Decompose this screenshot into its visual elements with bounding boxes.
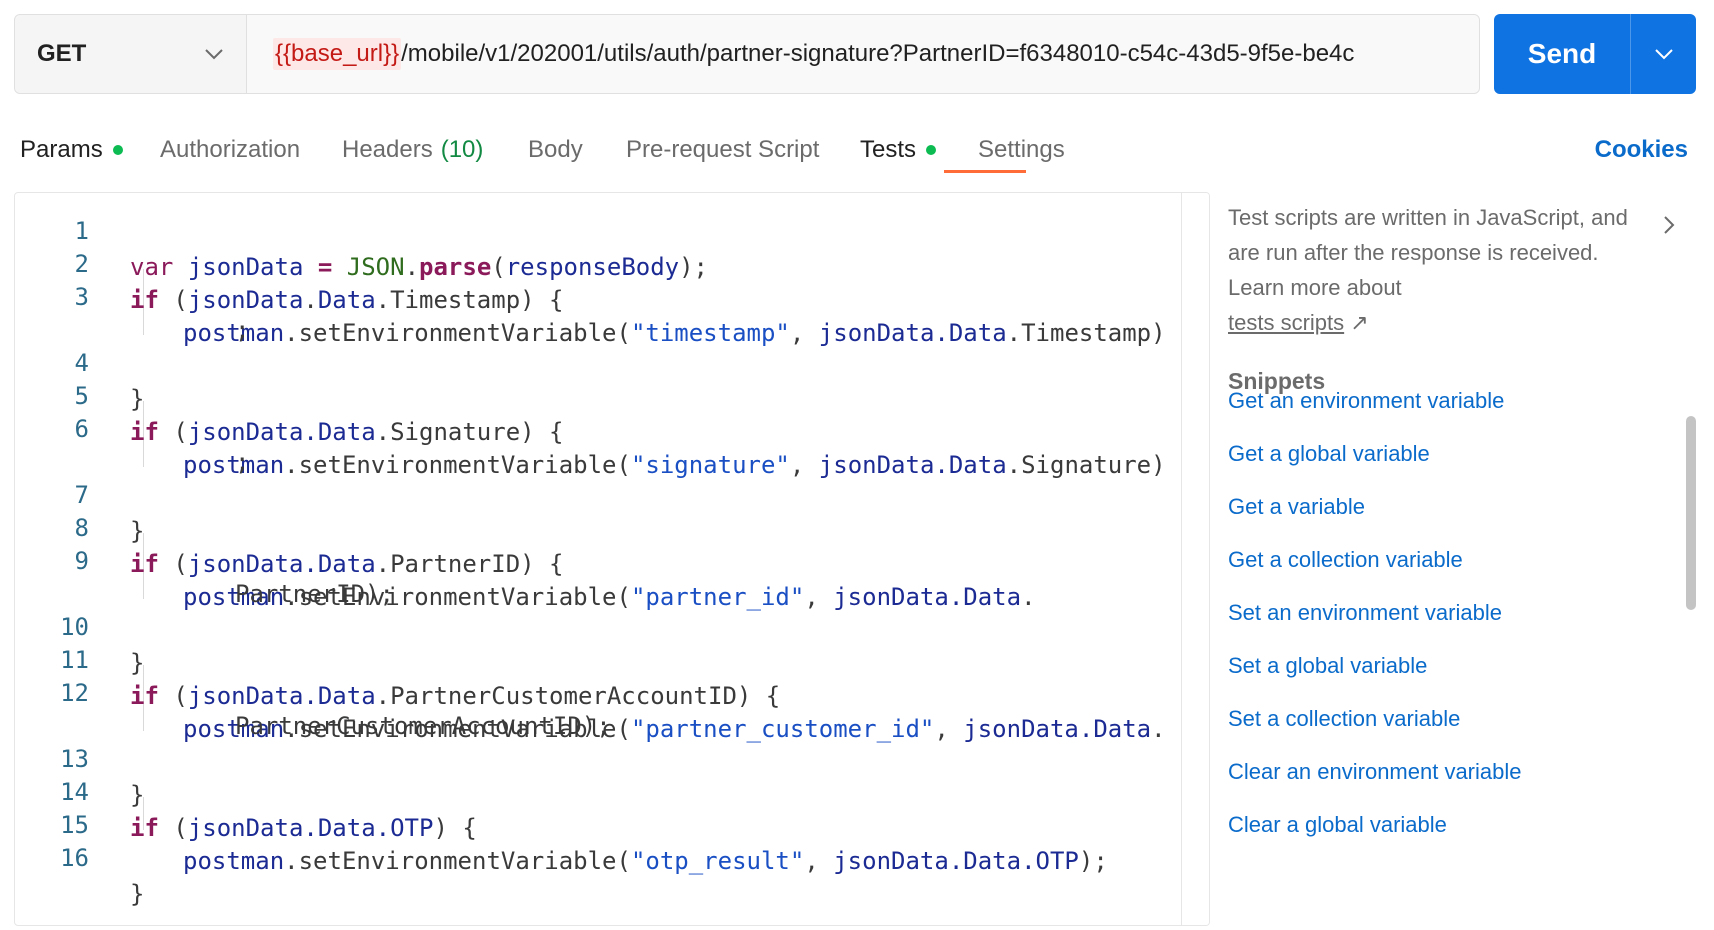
snippet-link[interactable]: Set a collection variable [1228,706,1460,732]
code-line-wrap: ; [15,408,1181,476]
url-variable-token[interactable]: {{base_url}} [273,38,402,70]
code-token: .Data [948,847,1022,875]
external-link-icon: ↗ [1350,310,1369,335]
panel-description: Test scripts are written in JavaScript, … [1228,200,1648,340]
code-line-wrap: PartnerCustomerAccountID); [15,672,1181,740]
snippet-link[interactable]: Clear an environment variable [1228,759,1522,785]
tab-label: Params [20,136,103,163]
chevron-down-icon [1654,49,1673,60]
panel-scrollbar[interactable] [1686,416,1696,610]
code-editor[interactable]: 1 var jsonData = JSON.parse(responseBody… [14,192,1210,926]
tab-pre-request-script[interactable]: Pre-request Script [626,128,819,172]
status-dot-icon [112,145,123,155]
code-line: 13 } [15,705,1181,809]
method-select[interactable]: GET [15,15,247,93]
code-line: 11 if (jsonData.Data.PartnerCustomerAcco… [15,606,1181,710]
editor-scrollbar[interactable] [1181,193,1209,925]
method-label: GET [37,40,87,67]
chevron-right-icon[interactable] [1662,214,1676,241]
code-token: ); [1078,847,1108,875]
code-line: 12 postman.setEnvironmentVariable("partn… [15,639,1181,743]
tests-scripts-link[interactable]: tests scripts [1228,310,1344,335]
tab-label: Tests [860,136,917,163]
snippet-link[interactable]: Clear a global variable [1228,812,1447,838]
snippet-link[interactable]: Get a variable [1228,494,1365,520]
tab-label: Settings [978,136,1065,163]
code-token: .OTP [1021,847,1079,875]
code-token: jsonData [833,847,949,875]
url-path: /mobile/v1/202001/utils/auth/partner-sig… [401,40,1355,67]
code-token: "otp_result" [630,847,805,875]
tab-tests[interactable]: Tests [860,128,937,172]
snippet-link[interactable]: Set a global variable [1228,653,1427,679]
code-line: 4 } [15,309,1181,413]
send-button[interactable]: Send [1494,14,1630,94]
snippet-link[interactable]: Get a collection variable [1228,547,1463,573]
cookies-link[interactable]: Cookies [1595,128,1688,172]
headers-count: (10) [440,136,484,163]
url-input[interactable]: {{base_url}} /mobile/v1/202001/utils/aut… [247,15,1479,93]
snippet-link[interactable]: Set an environment variable [1228,600,1502,626]
code-token: .setEnvironmentVariable( [284,847,631,875]
tab-headers[interactable]: Headers (10) [342,128,483,172]
code-line: 16 } [15,804,1181,908]
code-line-wrap: PartnerID); [15,540,1181,608]
send-group: Send [1494,14,1696,94]
tab-authorization[interactable]: Authorization [160,128,300,172]
status-dot-icon [926,145,937,155]
code-line: 7 } [15,441,1181,545]
code-line: 8 if (jsonData.Data.PartnerID) { [15,474,1181,578]
code-line: 14 if (jsonData.Data.OTP) { [15,738,1181,842]
code-token: , [804,847,834,875]
description-text: Test scripts are written in JavaScript, … [1228,205,1628,300]
code-line-wrap: ; [15,276,1181,344]
tab-label: Pre-request Script [626,136,820,163]
tab-params[interactable]: Params [20,128,123,172]
request-url-bar: GET {{base_url}} /mobile/v1/202001/utils… [14,14,1480,94]
code-line: 6 postman.setEnvironmentVariable("signat… [15,375,1181,479]
code-token: } [130,880,145,908]
tab-label: Body [528,136,583,163]
tab-settings[interactable]: Settings [978,128,1065,172]
code-line: 15 postman.setEnvironmentVariable("otp_r… [15,771,1181,875]
tab-label: Headers [342,136,433,163]
snippet-link[interactable]: Get a global variable [1228,441,1430,467]
code-line: 5 if (jsonData.Data.Signature) { [15,342,1181,446]
send-options-button[interactable] [1630,14,1696,94]
active-tab-indicator [944,170,1026,173]
tab-label: Authorization [160,136,301,163]
tab-body[interactable]: Body [528,128,583,172]
code-line: 2 if (jsonData.Data.Timestamp) { [15,210,1181,314]
code-token: postman [183,847,285,875]
code-line: 3 postman.setEnvironmentVariable("timest… [15,243,1181,347]
snippet-link[interactable]: Get an environment variable [1228,388,1504,414]
line-number: 16 [60,844,89,872]
code-line: 10 } [15,573,1181,677]
request-tabs: Params Authorization Headers (10) Body Pr… [0,118,1714,178]
chevron-down-icon [205,49,223,60]
code-line: 9 postman.setEnvironmentVariable("partne… [15,507,1181,611]
snippets-panel: Test scripts are written in JavaScript, … [1210,192,1714,930]
